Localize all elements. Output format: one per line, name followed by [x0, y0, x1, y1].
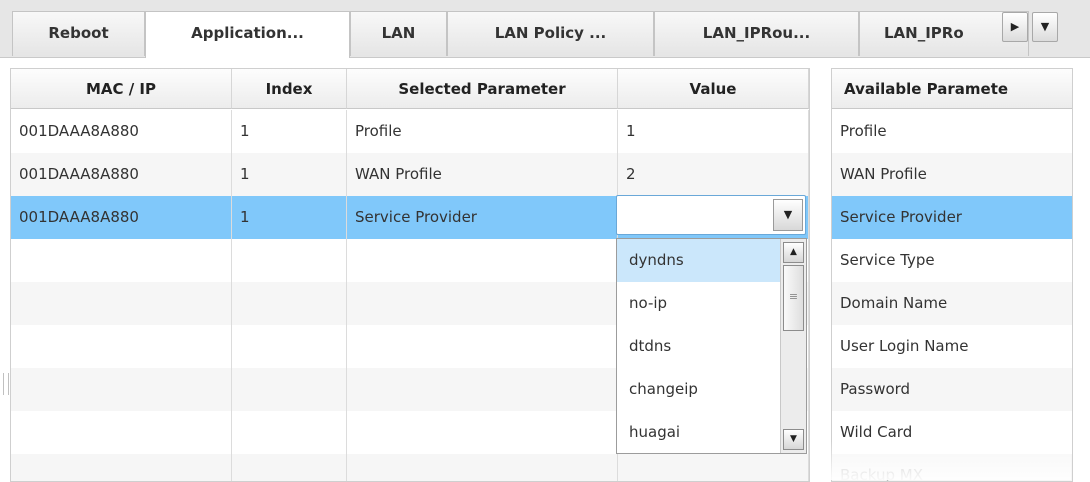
index-cell: 1 — [232, 110, 347, 153]
available-parameter-item[interactable]: Profile — [832, 110, 1072, 153]
available-parameter-label: Profile — [840, 122, 887, 140]
available-parameter-label: Backup MX — [840, 466, 923, 482]
scroll-up-button[interactable]: ▲ — [783, 242, 804, 263]
table-row[interactable]: 001DAAA8A880 1 Profile 1 — [11, 110, 809, 153]
tab-reboot[interactable]: Reboot — [12, 11, 145, 56]
empty-cell — [232, 411, 347, 454]
empty-cell — [232, 454, 347, 481]
service-provider-dropdown-list: dyndns no-ip dtdns changeip huagai ▲ ≡ ▼ — [616, 238, 807, 454]
empty-cell — [232, 368, 347, 411]
column-header-index[interactable]: Index — [232, 69, 347, 109]
tab-lan-policy[interactable]: LAN Policy ... — [447, 11, 654, 56]
empty-cell — [347, 368, 618, 411]
column-header-mac-ip[interactable]: MAC / IP — [11, 69, 232, 109]
chevron-down-icon: ▼ — [783, 208, 793, 221]
empty-cell — [11, 454, 232, 481]
tab-label: LAN Policy ... — [494, 24, 607, 42]
tab-list-menu-button[interactable]: ▼ — [1032, 12, 1058, 42]
mac-ip-cell: 001DAAA8A880 — [11, 196, 232, 239]
mac-ip-cell: 001DAAA8A880 — [11, 110, 232, 153]
available-parameter-label: Domain Name — [840, 294, 948, 312]
empty-cell — [347, 239, 618, 282]
tab-scroll-right-button[interactable]: ▶ — [1002, 12, 1028, 42]
column-header-label: Value — [689, 80, 737, 98]
available-parameters-grid: Available Paramete Profile WAN Profile S… — [831, 68, 1073, 482]
service-provider-combo[interactable]: ▼ — [616, 195, 806, 235]
tab-label: Application... — [191, 24, 304, 42]
available-parameter-item[interactable]: User Login Name — [832, 325, 1072, 368]
empty-cell — [347, 282, 618, 325]
tab-lan[interactable]: LAN — [350, 11, 447, 56]
table-row[interactable]: 001DAAA8A880 1 WAN Profile 2 — [11, 153, 809, 196]
available-parameter-item[interactable]: Backup MX — [832, 454, 1072, 482]
empty-cell — [232, 239, 347, 282]
tab-label: LAN_IPRou... — [702, 24, 811, 42]
scroll-down-button[interactable]: ▼ — [783, 429, 804, 450]
empty-cell — [232, 282, 347, 325]
chevron-up-icon: ▲ — [790, 247, 797, 257]
empty-cell — [11, 282, 232, 325]
available-parameter-label: User Login Name — [840, 337, 969, 355]
empty-cell — [347, 325, 618, 368]
tab-label: LAN — [381, 24, 416, 42]
chevron-down-icon: ▼ — [790, 434, 797, 444]
available-parameter-item[interactable]: WAN Profile — [832, 153, 1072, 196]
tab-lan-iproute-1[interactable]: LAN_IPRou... — [654, 11, 859, 56]
column-header-selected-parameter[interactable]: Selected Parameter — [347, 69, 618, 109]
available-parameter-label: WAN Profile — [840, 165, 927, 183]
parameter-cell: Profile — [347, 110, 618, 153]
empty-cell — [618, 454, 809, 481]
index-cell: 1 — [232, 153, 347, 196]
parameter-cell: Service Provider — [347, 196, 618, 239]
empty-cell — [11, 325, 232, 368]
chevron-right-icon: ▶ — [1010, 20, 1020, 33]
tab-label: Reboot — [48, 24, 109, 42]
available-parameter-label: Service Provider — [840, 208, 962, 226]
column-header-label: Selected Parameter — [398, 80, 566, 98]
column-header-available-parameter[interactable]: Available Paramete — [832, 69, 1072, 109]
dropdown-option-dyndns[interactable]: dyndns — [617, 239, 781, 282]
dropdown-option-no-ip[interactable]: no-ip — [617, 282, 781, 325]
available-parameter-item-selected[interactable]: Service Provider — [832, 196, 1072, 239]
available-parameter-item[interactable]: Service Type — [832, 239, 1072, 282]
column-header-value[interactable]: Value — [618, 69, 809, 109]
scrollbar-thumb[interactable]: ≡ — [783, 265, 804, 331]
dropdown-option-changeip[interactable]: changeip — [617, 368, 781, 411]
table-row-empty — [11, 454, 809, 481]
available-parameter-label: Password — [840, 380, 911, 398]
parameter-cell: WAN Profile — [347, 153, 618, 196]
chevron-down-icon: ▼ — [1040, 20, 1050, 33]
value-cell[interactable]: 1 — [618, 110, 809, 153]
available-parameter-label: Service Type — [840, 251, 935, 269]
grip-icon: ≡ — [788, 290, 799, 303]
available-parameter-label: Wild Card — [840, 423, 913, 441]
dropdown-option-huagai[interactable]: huagai — [617, 411, 781, 454]
empty-cell — [11, 368, 232, 411]
column-header-label: MAC / IP — [85, 80, 157, 98]
empty-cell — [11, 239, 232, 282]
mac-ip-cell: 001DAAA8A880 — [11, 153, 232, 196]
tab-bar: Reboot Application... LAN LAN Policy ...… — [0, 0, 1090, 58]
index-cell: 1 — [232, 196, 347, 239]
tab-label: LAN_IPRo — [884, 24, 964, 42]
combo-dropdown-button[interactable]: ▼ — [773, 199, 803, 231]
empty-cell — [347, 411, 618, 454]
available-parameter-item[interactable]: Domain Name — [832, 282, 1072, 325]
empty-cell — [11, 411, 232, 454]
available-parameter-item[interactable]: Password — [832, 368, 1072, 411]
empty-cell — [232, 325, 347, 368]
dropdown-scrollbar[interactable]: ▲ ≡ ▼ — [780, 239, 806, 453]
empty-cell — [347, 454, 618, 481]
resize-handle[interactable] — [3, 373, 9, 395]
dropdown-option-dtdns[interactable]: dtdns — [617, 325, 781, 368]
column-header-label: Available Paramete — [844, 80, 1009, 98]
value-cell[interactable]: 2 — [618, 153, 809, 196]
available-parameter-item[interactable]: Wild Card — [832, 411, 1072, 454]
tab-application[interactable]: Application... — [145, 11, 350, 58]
column-header-label: Index — [265, 80, 313, 98]
